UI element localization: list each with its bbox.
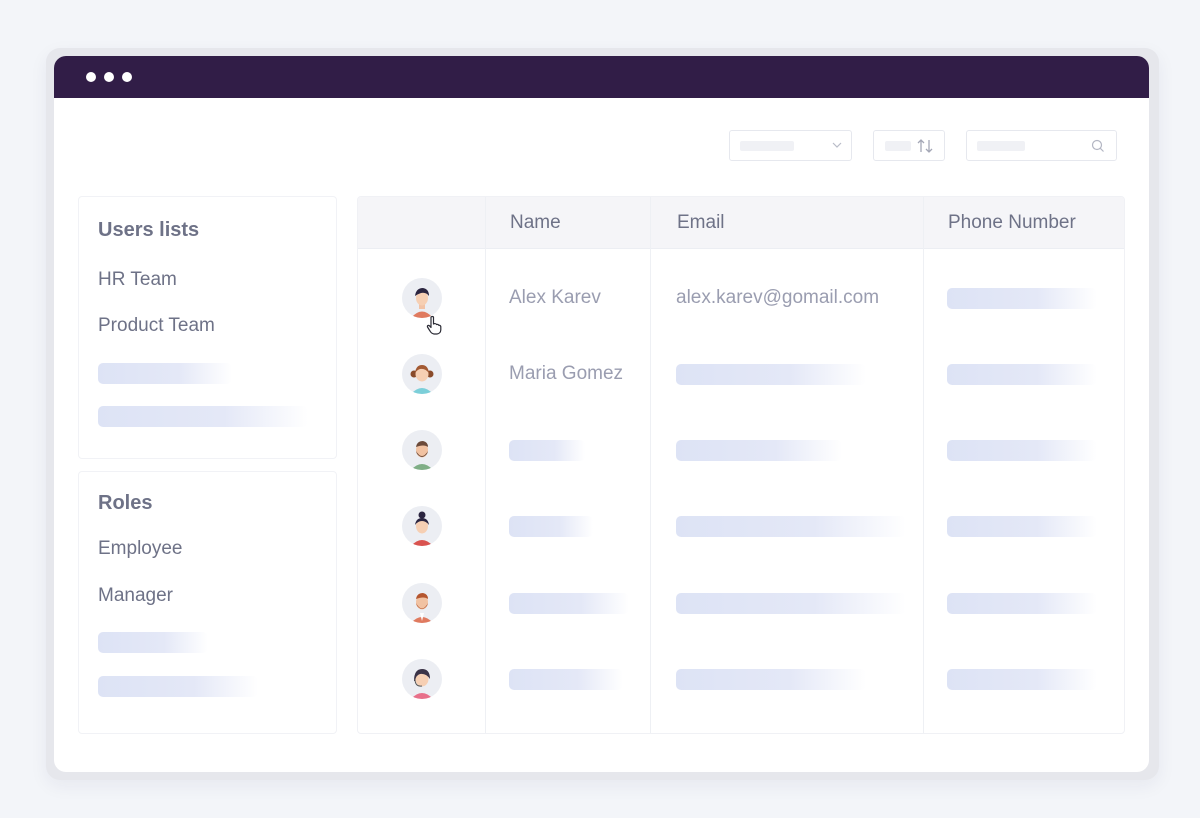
cell-email-placeholder: [676, 669, 866, 690]
cell-name: Alex Karev: [509, 287, 601, 308]
cell-phone-placeholder: [947, 440, 1097, 461]
cell-phone-placeholder: [947, 593, 1097, 614]
role-item-placeholder: [98, 676, 258, 697]
avatar-man-red-beard-icon[interactable]: [402, 583, 442, 623]
column-divider: [650, 197, 651, 733]
hand-cursor-icon: [426, 315, 442, 335]
cell-phone-placeholder: [947, 364, 1097, 385]
avatar-man-beard-icon[interactable]: [402, 430, 442, 470]
search-icon: [1091, 139, 1104, 152]
window-control-dot[interactable]: [86, 72, 96, 82]
avatar-woman-headset-icon[interactable]: [402, 659, 442, 699]
roles-panel: Roles Employee Manager: [78, 471, 337, 734]
column-divider: [923, 197, 924, 733]
cell-email-placeholder: [676, 516, 906, 537]
column-divider: [485, 197, 486, 733]
cell-email-placeholder: [676, 593, 906, 614]
title-bar: [54, 56, 1149, 98]
filter-dropdown[interactable]: [729, 130, 852, 161]
list-item-placeholder: [98, 363, 232, 384]
cell-phone-placeholder: [947, 516, 1097, 537]
sort-placeholder: [885, 141, 911, 151]
cell-name: Maria Gomez: [509, 363, 624, 384]
window-control-dot[interactable]: [122, 72, 132, 82]
users-table: Name Email Phone Number Alex Karev alex.…: [357, 196, 1125, 734]
cell-email-placeholder: [676, 440, 842, 461]
column-header-name[interactable]: Name: [510, 212, 561, 234]
users-lists-panel: Users lists HR Team Product Team: [78, 196, 337, 459]
chevron-down-icon: [832, 142, 842, 148]
avatar-woman-pigtails-icon[interactable]: [402, 354, 442, 394]
window-control-dot[interactable]: [104, 72, 114, 82]
app-window: Users lists HR Team Product Team Roles E…: [54, 56, 1149, 772]
role-item-manager[interactable]: Manager: [98, 585, 173, 607]
list-item-hr-team[interactable]: HR Team: [98, 269, 177, 291]
users-lists-title: Users lists: [98, 219, 200, 241]
table-header: Name Email Phone Number: [358, 197, 1124, 249]
cell-name-placeholder: [509, 440, 585, 461]
cell-email-placeholder: [676, 364, 866, 385]
dropdown-placeholder: [740, 141, 794, 151]
cell-name-placeholder: [509, 669, 623, 690]
search-placeholder: [977, 141, 1025, 151]
search-input[interactable]: [966, 130, 1117, 161]
cell-phone-placeholder: [947, 669, 1097, 690]
cell-name-placeholder: [509, 593, 629, 614]
cell-phone-placeholder: [947, 288, 1097, 309]
avatar-woman-bun-icon[interactable]: [402, 506, 442, 546]
sort-arrows-icon: [917, 139, 933, 153]
avatar-man-dark-hair-icon[interactable]: [402, 278, 442, 318]
cell-email: alex.karev@gomail.com: [676, 287, 880, 308]
role-item-placeholder: [98, 632, 208, 653]
role-item-employee[interactable]: Employee: [98, 538, 183, 560]
column-header-phone[interactable]: Phone Number: [948, 212, 1076, 234]
sort-button[interactable]: [873, 130, 945, 161]
column-header-email[interactable]: Email: [677, 212, 725, 234]
list-item-placeholder: [98, 406, 308, 427]
cell-name-placeholder: [509, 516, 593, 537]
roles-title: Roles: [98, 492, 153, 514]
list-item-product-team[interactable]: Product Team: [98, 315, 215, 337]
